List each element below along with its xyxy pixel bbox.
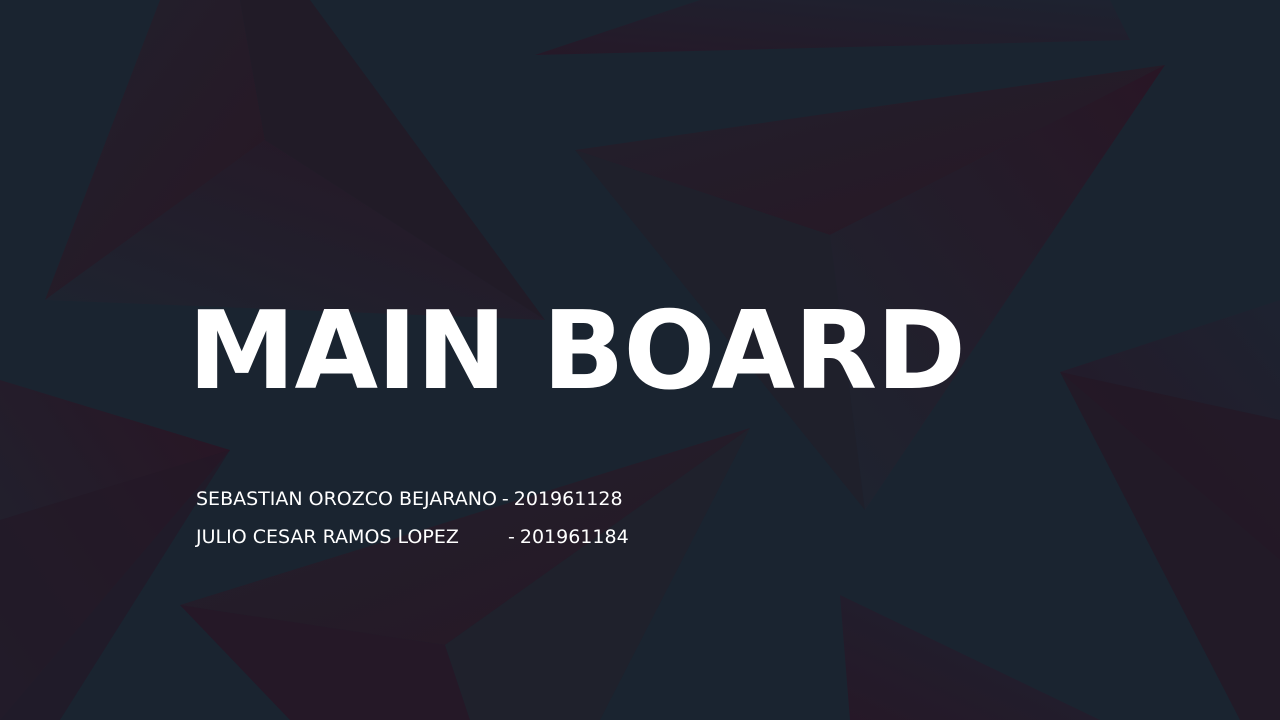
author-student-id: 201961184 (519, 526, 629, 548)
author-separator: - (508, 526, 515, 548)
author-name: JULIO CESAR RAMOS LOPEZ (196, 526, 459, 548)
author-student-id: 201961128 (513, 488, 623, 510)
author-name: SEBASTIAN OROZCO BEJARANO (196, 488, 497, 510)
shard (1060, 372, 1280, 720)
shard (535, 0, 1130, 55)
author-row: SEBASTIAN OROZCO BEJARANO - 201961128 (196, 480, 629, 518)
author-separator: - (501, 488, 509, 510)
page-title: MAIN BOARD (188, 289, 966, 414)
slide: MAIN BOARD SEBASTIAN OROZCO BEJARANO - 2… (0, 0, 1280, 720)
shard (840, 595, 1100, 720)
author-list: SEBASTIAN OROZCO BEJARANO - 201961128 JU… (196, 480, 629, 556)
author-row: JULIO CESAR RAMOS LOPEZ - 201961184 (196, 518, 629, 556)
